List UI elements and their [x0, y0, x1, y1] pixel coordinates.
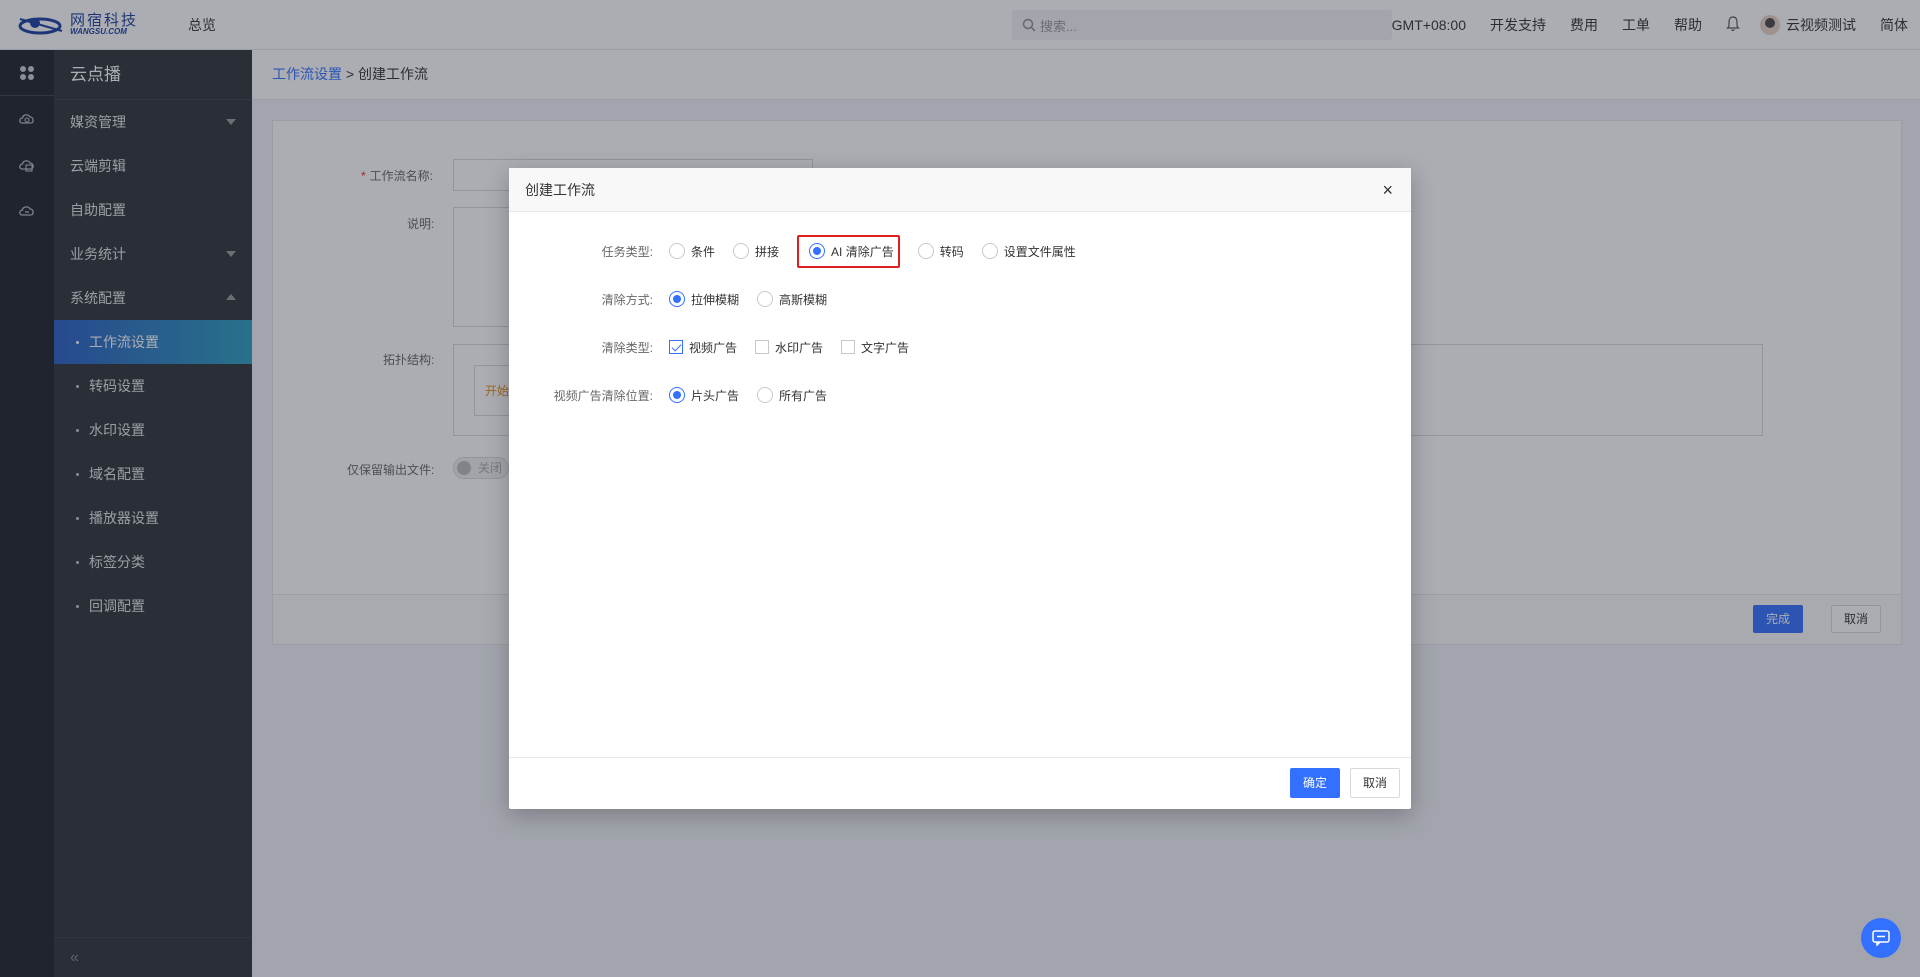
dialog-footer: 确定 取消 [509, 757, 1411, 809]
clear-method-row: 清除方式: 拉伸模糊 高斯模糊 [509, 289, 845, 309]
dialog-cancel-button[interactable]: 取消 [1350, 768, 1401, 798]
checkbox-icon [755, 340, 770, 354]
radio-icon [757, 291, 774, 307]
task-type-row: 任务类型: 条件 拼接 AI 清除广告 转码 设置文件属性 [509, 234, 1094, 268]
checkbox-icon [841, 340, 856, 354]
radio-icon [733, 243, 750, 259]
radio-icon [917, 243, 934, 259]
dialog-header: 创建工作流 × [509, 168, 1411, 212]
task-type-file-attr[interactable]: 设置文件属性 [981, 243, 1076, 260]
close-icon[interactable]: × [1382, 168, 1393, 212]
clear-type-watermark-ad[interactable]: 水印广告 [755, 339, 823, 356]
checkbox-checked-icon [669, 340, 683, 354]
radio-icon [669, 243, 685, 259]
clear-type-row: 清除类型: 视频广告 水印广告 文字广告 [509, 337, 927, 357]
chat-support-icon[interactable] [1861, 918, 1901, 958]
task-type-condition[interactable]: 条件 [669, 243, 715, 260]
clear-method-gaussian-blur[interactable]: 高斯模糊 [757, 291, 827, 308]
radio-icon [757, 387, 774, 403]
clear-type-video-ad[interactable]: 视频广告 [669, 339, 737, 356]
clear-position-label: 视频广告清除位置: [553, 388, 653, 403]
radio-selected-icon [809, 243, 826, 259]
radio-selected-icon [669, 291, 685, 307]
radio-icon [981, 243, 998, 259]
task-type-transcode[interactable]: 转码 [917, 243, 964, 260]
clear-type-label: 清除类型: [601, 340, 653, 355]
position-all-ads[interactable]: 所有广告 [757, 387, 827, 404]
create-workflow-dialog: 创建工作流 × 任务类型: 条件 拼接 AI 清除广告 转码 设置文件属性 清除… [509, 168, 1411, 809]
task-type-concat[interactable]: 拼接 [733, 243, 779, 260]
position-opening-ad[interactable]: 片头广告 [669, 387, 739, 404]
task-type-ai-ad-removal[interactable]: AI 清除广告 [797, 234, 900, 268]
clear-method-label: 清除方式: [601, 292, 653, 307]
clear-method-stretch-blur[interactable]: 拉伸模糊 [669, 291, 739, 308]
confirm-button[interactable]: 确定 [1290, 768, 1341, 798]
task-type-label: 任务类型: [601, 244, 653, 259]
radio-selected-icon [669, 387, 685, 403]
clear-position-row: 视频广告清除位置: 片头广告 所有广告 [509, 385, 845, 405]
clear-type-text-ad[interactable]: 文字广告 [841, 339, 909, 356]
dialog-title: 创建工作流 [525, 182, 595, 198]
